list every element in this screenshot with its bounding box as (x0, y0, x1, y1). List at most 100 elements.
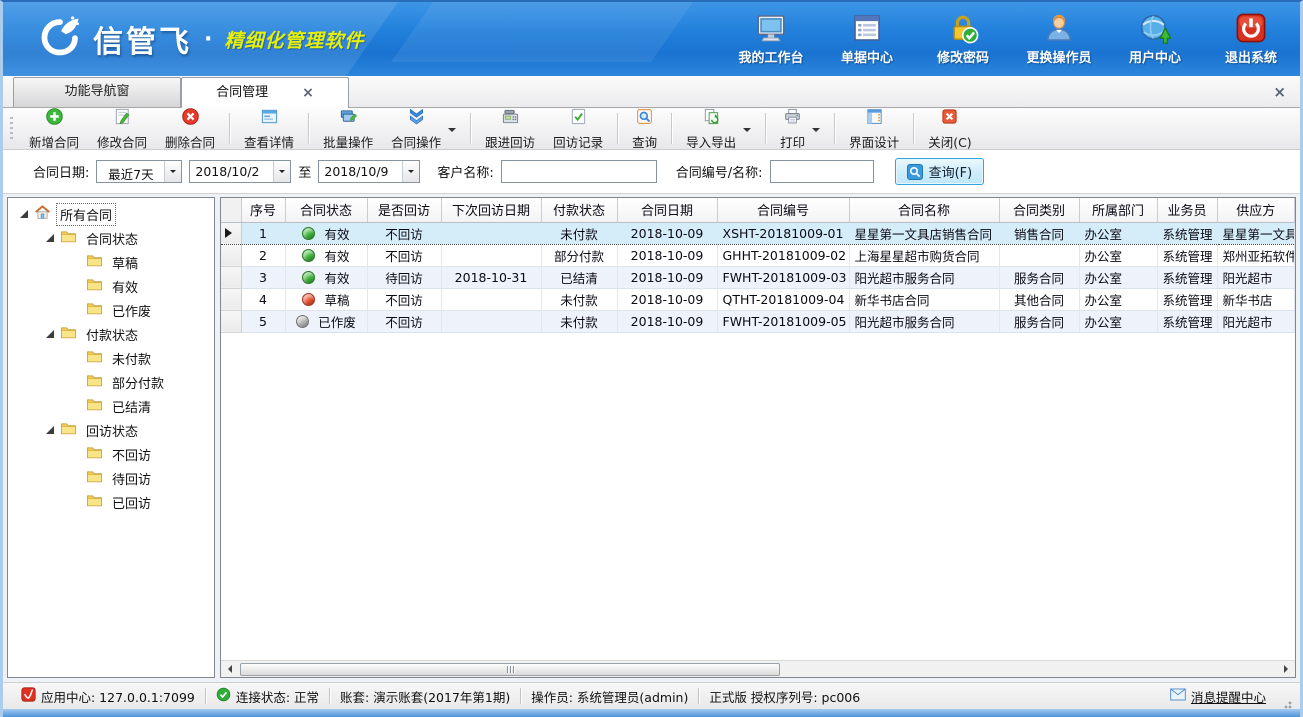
scroll-right-icon[interactable] (1278, 661, 1295, 677)
folder-icon (86, 348, 109, 369)
visit-records-button[interactable]: 回访记录 (544, 110, 612, 147)
tab-contract-management[interactable]: 合同管理 × (181, 77, 349, 108)
tree-expander-icon[interactable] (46, 426, 54, 434)
status-label: 有效 (324, 268, 349, 287)
contract-code-label: 合同编号/名称: (676, 162, 763, 181)
table-row[interactable]: 2有效不回访部分付款2018-10-09GHHT-20181009-02上海星星… (221, 244, 1295, 266)
import-export-button[interactable]: 导入导出 (677, 110, 760, 147)
tree-item-回访状态[interactable]: 回访状态 (8, 418, 214, 442)
tree-item-部分付款[interactable]: 部分付款 (8, 370, 214, 394)
contract-code-input[interactable] (770, 160, 874, 183)
date-from-select[interactable]: 2018/10/2 (189, 160, 291, 183)
contract-operations-button[interactable]: 合同操作 (382, 110, 465, 147)
column-header-code[interactable]: 合同编号 (717, 198, 849, 222)
query-button[interactable]: 查询 (623, 110, 666, 147)
tree-item-不回访[interactable]: 不回访 (8, 442, 214, 466)
header-action-exit-system[interactable]: 退出系统 (1218, 12, 1284, 66)
visit-record-icon (569, 107, 588, 130)
header-action-change-password[interactable]: 修改密码 (930, 12, 996, 66)
toolbar-separator (671, 113, 672, 144)
chevron-down-icon[interactable] (402, 161, 419, 182)
column-header-supplier[interactable]: 供应方 (1217, 198, 1295, 222)
tree-item-草稿[interactable]: 草稿 (8, 250, 214, 274)
folder-icon (86, 492, 109, 513)
tree-item-付款状态[interactable]: 付款状态 (8, 322, 214, 346)
column-header-next_visit_date[interactable]: 下次回访日期 (441, 198, 541, 222)
view-details-button[interactable]: 查看详情 (235, 110, 303, 147)
tree-expander-icon[interactable] (46, 330, 54, 338)
tree-expander-icon[interactable] (46, 234, 54, 242)
chevron-down-icon[interactable] (273, 161, 290, 182)
cell-name: 阳光超市服务合同 (849, 310, 999, 332)
tree-expander-icon[interactable] (20, 210, 28, 218)
tree-item-label: 已结清 (109, 396, 154, 417)
column-header-status[interactable]: 合同状态 (285, 198, 367, 222)
tree-item-已作废[interactable]: 已作废 (8, 298, 214, 322)
ui-design-button[interactable]: 界面设计 (840, 110, 908, 147)
dropdown-caret-icon[interactable] (448, 128, 456, 136)
print-button[interactable]: 打印 (771, 110, 829, 147)
delete-contract-button[interactable]: 删除合同 (156, 110, 224, 147)
table-row[interactable]: 4草稿不回访未付款2018-10-09QTHT-20181009-04新华书店合… (221, 288, 1295, 310)
header-action-document-center[interactable]: 单据中心 (834, 12, 900, 66)
toolbar-button-label: 删除合同 (165, 132, 215, 151)
column-header-seq[interactable]: 序号 (241, 198, 285, 222)
date-range-select[interactable]: 最近7天 (96, 160, 182, 183)
column-header-dept[interactable]: 所属部门 (1079, 198, 1157, 222)
cell-payment: 部分付款 (541, 244, 617, 266)
tabstrip-close-icon[interactable]: × (1273, 83, 1286, 101)
tree-item-已回访[interactable]: 已回访 (8, 490, 214, 514)
close-tab-button[interactable]: 关闭(C) (919, 110, 980, 147)
add-contract-button[interactable]: 新增合同 (20, 110, 88, 147)
tree-item-有效[interactable]: 有效 (8, 274, 214, 298)
table-row[interactable]: 3有效待回访2018-10-31已结清2018-10-09FWHT-201810… (221, 266, 1295, 288)
column-header-salesman[interactable]: 业务员 (1157, 198, 1217, 222)
tree-item-未付款[interactable]: 未付款 (8, 346, 214, 370)
table-row[interactable]: 1有效不回访未付款2018-10-09XSHT-20181009-01星星第一文… (221, 222, 1295, 244)
column-header-date[interactable]: 合同日期 (617, 198, 717, 222)
column-header-name[interactable]: 合同名称 (849, 198, 999, 222)
batch-operations-button[interactable]: 批量操作 (314, 110, 382, 147)
tree-item-label: 有效 (109, 276, 141, 297)
message-center-link[interactable]: 消息提醒中心 (1170, 687, 1266, 706)
dropdown-caret-icon[interactable] (812, 128, 820, 136)
cell-status: 有效 (285, 244, 367, 266)
column-header-category[interactable]: 合同类别 (999, 198, 1079, 222)
horizontal-scrollbar[interactable] (221, 660, 1295, 677)
tab-close-icon[interactable]: × (302, 86, 314, 100)
cell-category (999, 244, 1079, 266)
status-account-set: 账套: 演示账套(2017年第1期) (330, 687, 520, 706)
edit-contract-button[interactable]: 修改合同 (88, 110, 156, 147)
column-header-visit[interactable]: 是否回访 (367, 198, 441, 222)
current-row-arrow-icon (225, 228, 237, 238)
chevron-down-icon[interactable] (164, 161, 181, 182)
followup-visit-button[interactable]: 跟进回访 (476, 110, 544, 147)
header-action-switch-operator[interactable]: 更换操作员 (1026, 12, 1092, 66)
scrollbar-thumb[interactable] (240, 663, 780, 676)
column-header-payment[interactable]: 付款状态 (541, 198, 617, 222)
tree-item-待回访[interactable]: 待回访 (8, 466, 214, 490)
cell-payment: 未付款 (541, 222, 617, 244)
tree-item-已结清[interactable]: 已结清 (8, 394, 214, 418)
toolbar-separator (229, 113, 230, 144)
switch-operator-icon (1043, 12, 1075, 44)
customer-name-input[interactable] (501, 160, 657, 183)
dropdown-caret-icon[interactable] (743, 128, 751, 136)
cell-dept: 办公室 (1079, 244, 1157, 266)
tree-item-label: 不回访 (109, 444, 154, 465)
folder-icon (86, 372, 109, 393)
date-to-select[interactable]: 2018/10/9 (318, 160, 420, 183)
tree-item-所有合同[interactable]: 所有合同 (8, 202, 214, 226)
search-button[interactable]: 查询(F) (895, 158, 985, 185)
tree-item-合同状态[interactable]: 合同状态 (8, 226, 214, 250)
table-row[interactable]: 5已作废不回访未付款2018-10-09FWHT-20181009-05阳光超市… (221, 310, 1295, 332)
tab-strip: 功能导航窗 合同管理 × × (3, 76, 1300, 108)
cell-date: 2018-10-09 (617, 310, 717, 332)
header-action-my-workbench[interactable]: 我的工作台 (738, 12, 804, 66)
header-action-user-center[interactable]: 用户中心 (1122, 12, 1188, 66)
toolbar-grip[interactable] (10, 117, 13, 141)
resize-grip[interactable] (1280, 697, 1292, 709)
scroll-left-icon[interactable] (221, 661, 238, 677)
toolbar-separator (617, 113, 618, 144)
tab-function-nav[interactable]: 功能导航窗 (13, 77, 181, 107)
